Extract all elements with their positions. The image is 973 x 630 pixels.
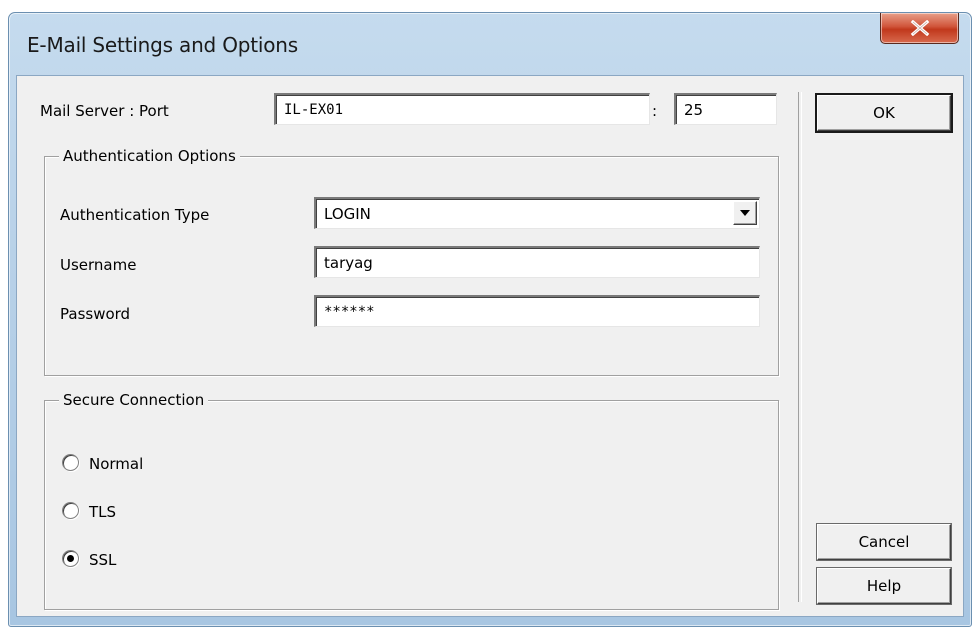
title-bar[interactable]: E-Mail Settings and Options [9,13,971,75]
authentication-type-value: LOGIN [324,205,371,223]
dropdown-button[interactable] [733,201,757,225]
ok-button[interactable]: OK [817,95,951,131]
secure-connection-title: Secure Connection [59,390,209,410]
mail-server-port-label: Mail Server : Port [40,102,169,120]
secure-connection-group: Secure Connection [44,390,779,610]
username-label: Username [60,256,137,274]
mail-server-input[interactable]: IL-EX01 [274,93,650,125]
password-label: Password [60,305,131,323]
dialog-client-area: Mail Server : Port IL-EX01 : 25 Authenti… [16,75,964,617]
radio-button[interactable] [62,454,79,471]
help-button[interactable]: Help [817,568,951,604]
radio-button[interactable] [62,550,79,567]
cancel-button[interactable]: Cancel [817,524,951,560]
close-button[interactable] [880,13,959,44]
authentication-type-label: Authentication Type [60,206,210,224]
port-separator: : [652,102,658,120]
radio-label: TLS [89,503,117,521]
window-title: E-Mail Settings and Options [27,33,298,57]
dialog-window: E-Mail Settings and Options Mail Server … [8,12,972,627]
authentication-options-title: Authentication Options [59,146,240,166]
vertical-separator [798,92,802,602]
radio-button[interactable] [62,502,79,519]
radio-selected-dot [67,555,74,562]
port-input[interactable]: 25 [674,93,777,125]
password-input[interactable]: ****** [314,295,760,327]
close-icon [910,20,929,36]
authentication-type-select[interactable]: LOGIN [314,197,760,229]
radio-label: Normal [89,455,144,473]
username-input[interactable]: taryag [314,246,760,278]
radio-label: SSL [89,551,117,569]
chevron-down-icon [740,210,750,216]
